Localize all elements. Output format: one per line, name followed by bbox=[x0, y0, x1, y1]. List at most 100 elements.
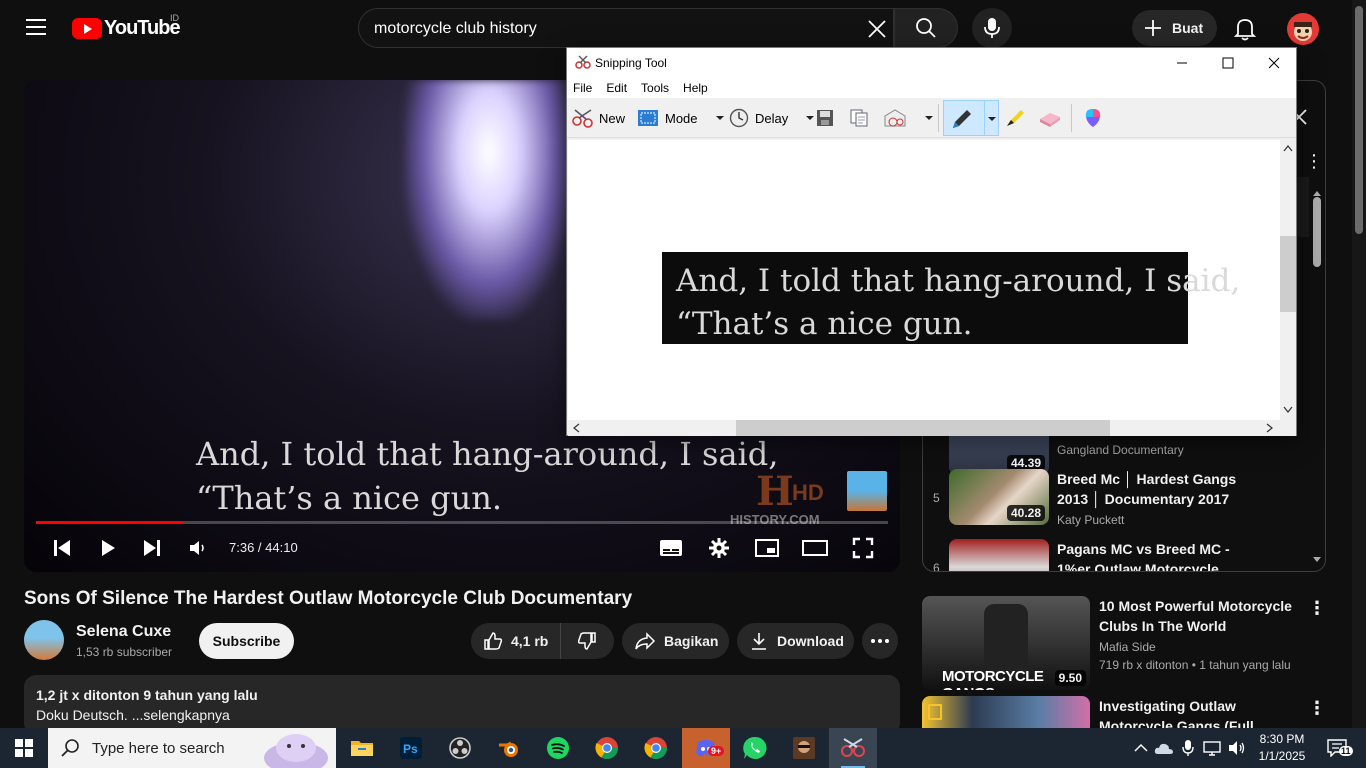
volume-tray[interactable] bbox=[1226, 728, 1248, 768]
system-clock[interactable]: 8:30 PM 1/1/2025 bbox=[1254, 731, 1310, 765]
taskbar-search-box[interactable]: Type here to search bbox=[48, 728, 336, 768]
send-snip-button[interactable] bbox=[883, 104, 937, 132]
chrome-app[interactable] bbox=[632, 728, 680, 768]
mode-button[interactable]: Mode bbox=[637, 104, 728, 132]
vertical-scrollbar[interactable] bbox=[1280, 140, 1296, 420]
chrome-profile-app[interactable] bbox=[583, 728, 631, 768]
discord-app[interactable]: 9+ bbox=[682, 728, 730, 768]
eraser-button[interactable] bbox=[1037, 104, 1063, 132]
paint3d-button[interactable] bbox=[1083, 104, 1103, 132]
maximize-button[interactable] bbox=[1205, 48, 1251, 78]
scroll-right-icon[interactable] bbox=[1266, 423, 1274, 433]
page-scroll-thumb[interactable] bbox=[1355, 6, 1363, 234]
title-bar[interactable]: Snipping Tool bbox=[567, 48, 1296, 78]
theater-mode-button[interactable] bbox=[802, 536, 828, 560]
channel-avatar[interactable] bbox=[24, 620, 64, 660]
download-button[interactable]: Download bbox=[737, 623, 854, 659]
account-avatar[interactable] bbox=[1287, 13, 1319, 45]
menu-icon[interactable] bbox=[26, 19, 46, 35]
obs-app[interactable] bbox=[436, 728, 484, 768]
save-snip-button[interactable] bbox=[815, 104, 835, 132]
create-button[interactable]: Buat bbox=[1132, 10, 1217, 46]
create-label: Buat bbox=[1172, 20, 1204, 36]
onedrive-tray[interactable] bbox=[1153, 728, 1175, 768]
volume-button[interactable] bbox=[186, 536, 210, 560]
more-options-icon[interactable]: ⋮ bbox=[1308, 598, 1326, 619]
whatsapp-app[interactable] bbox=[731, 728, 779, 768]
previous-button[interactable] bbox=[50, 536, 74, 560]
recommended-title: 10 Most Powerful Motorcycle Clubs In The… bbox=[1099, 598, 1292, 634]
snip-canvas[interactable]: And, I told that hang-around, I said, “T… bbox=[568, 140, 1280, 420]
clock-time: 8:30 PM bbox=[1259, 732, 1305, 746]
game-app[interactable] bbox=[780, 728, 828, 768]
recommended-video[interactable]: MOTORCYCLE GANGS 9.50 10 Most Powerful M… bbox=[922, 596, 1342, 690]
fullscreen-button[interactable] bbox=[850, 536, 876, 560]
network-tray[interactable] bbox=[1201, 728, 1223, 768]
menu-file[interactable]: File bbox=[573, 78, 598, 98]
channel-name[interactable]: Selena Cuxe bbox=[76, 623, 171, 641]
search-highlight-illustration-icon bbox=[264, 734, 328, 768]
progress-bar[interactable] bbox=[36, 521, 888, 524]
photoshop-app[interactable]: Ps bbox=[387, 728, 435, 768]
playlist-item[interactable]: 6 Pagans MC vs Breed MC - 1%er Outlaw Mo… bbox=[923, 539, 1309, 572]
microphone-tray[interactable] bbox=[1177, 728, 1199, 768]
like-button[interactable]: 4,1 rb bbox=[471, 623, 561, 659]
horizontal-scrollbar[interactable] bbox=[568, 420, 1280, 436]
new-snip-button[interactable]: New bbox=[571, 104, 625, 132]
notification-center[interactable]: 11 bbox=[1320, 728, 1354, 768]
playlist-title: Pagans MC vs Breed MC - 1%er Outlaw Moto… bbox=[1057, 541, 1230, 572]
snipping-tool-app[interactable] bbox=[829, 728, 877, 768]
copy-button[interactable] bbox=[849, 104, 869, 132]
subtitles-button[interactable] bbox=[658, 536, 684, 560]
recommended-duration: 9.50 bbox=[1054, 670, 1086, 686]
menu-edit[interactable]: Edit bbox=[606, 78, 633, 98]
scroll-down-icon[interactable] bbox=[1310, 555, 1324, 565]
recommended-video[interactable]: Investigating Outlaw Motorcycle Gangs (F… bbox=[922, 696, 1342, 728]
playlist-scroll-thumb[interactable] bbox=[1313, 197, 1321, 267]
pen-button-selected[interactable] bbox=[943, 100, 999, 136]
discord-badge: 9+ bbox=[708, 746, 725, 756]
description-box[interactable]: 1,2 jt x ditonton 9 tahun yang lalu Doku… bbox=[24, 675, 900, 735]
channel-watermark-thumb[interactable] bbox=[847, 471, 887, 511]
playlist-menu-icon[interactable]: ⋮ bbox=[1305, 151, 1323, 172]
scroll-up-icon[interactable] bbox=[1283, 144, 1293, 152]
menu-tools[interactable]: Tools bbox=[641, 78, 675, 98]
share-button[interactable]: Bagikan bbox=[622, 623, 729, 659]
notifications-bell-icon[interactable] bbox=[1232, 16, 1258, 42]
search-input[interactable]: motorcycle club history bbox=[358, 8, 894, 48]
play-button[interactable] bbox=[96, 536, 120, 560]
scroll-left-icon[interactable] bbox=[572, 423, 580, 433]
blender-app[interactable] bbox=[485, 728, 533, 768]
highlighter-button[interactable] bbox=[1003, 104, 1027, 132]
delay-button[interactable]: Delay bbox=[729, 104, 818, 132]
voice-search-button[interactable] bbox=[972, 8, 1012, 48]
chevron-down-icon[interactable] bbox=[986, 115, 998, 123]
vertical-scroll-thumb[interactable] bbox=[1280, 236, 1296, 312]
speaker-icon bbox=[1229, 741, 1245, 755]
horizontal-scroll-thumb[interactable] bbox=[736, 420, 1110, 436]
playlist-item[interactable]: 5 40.28 Breed Mc │ Hardest Gangs 2013 │ … bbox=[923, 469, 1309, 531]
menu-help[interactable]: Help bbox=[683, 78, 714, 98]
playlist-scrollbar[interactable] bbox=[1310, 185, 1324, 571]
search-button[interactable] bbox=[894, 8, 958, 48]
clear-search-icon[interactable] bbox=[866, 18, 888, 40]
search-placeholder: Type here to search bbox=[92, 739, 225, 757]
close-window-button[interactable] bbox=[1251, 48, 1297, 78]
settings-button[interactable] bbox=[706, 536, 732, 560]
more-options-icon[interactable]: ⋮ bbox=[1308, 698, 1326, 719]
dislike-button[interactable] bbox=[561, 623, 613, 659]
minimize-button[interactable] bbox=[1159, 48, 1205, 78]
youtube-logo[interactable]: YouTube bbox=[72, 17, 181, 40]
next-button[interactable] bbox=[140, 536, 164, 560]
chevron-down-icon bbox=[715, 116, 724, 120]
file-explorer-app[interactable] bbox=[338, 728, 386, 768]
page-scrollbar[interactable] bbox=[1352, 0, 1366, 728]
subscribe-button[interactable]: Subscribe bbox=[199, 623, 294, 659]
spotify-app[interactable] bbox=[534, 728, 582, 768]
more-actions-button[interactable] bbox=[862, 623, 898, 659]
snipping-tool-icon bbox=[575, 55, 591, 69]
scroll-down-icon[interactable] bbox=[1283, 406, 1293, 414]
start-button[interactable] bbox=[0, 728, 48, 768]
miniplayer-button[interactable] bbox=[754, 536, 780, 560]
show-hidden-icons[interactable] bbox=[1130, 728, 1152, 768]
